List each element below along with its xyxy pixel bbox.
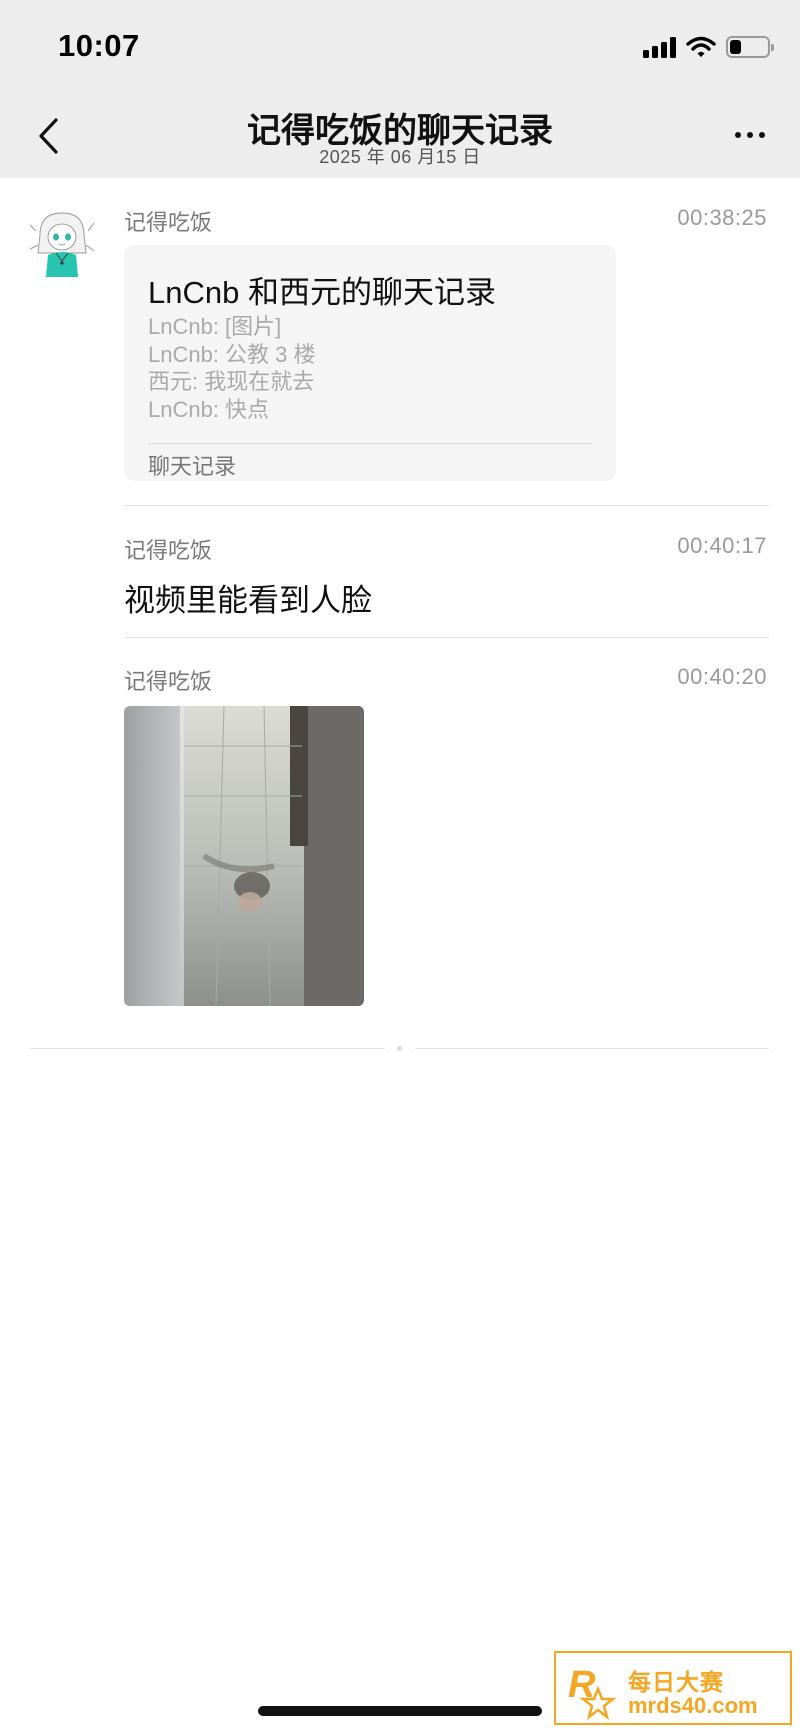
more-dot [747, 132, 753, 138]
chat-record-line: LnCnb: 快点 [148, 396, 270, 422]
message-divider [124, 637, 769, 638]
watermark-title: 每日大赛 [628, 1669, 724, 1695]
page-subtitle: 2025 年 06 月15 日 [319, 147, 481, 167]
sender-name: 记得吃饭 [124, 210, 213, 235]
message-item: 记得吃饭 00:40:17 视频里能看到人脸 [124, 533, 769, 618]
sender-name: 记得吃饭 [124, 538, 213, 563]
image-message[interactable] [124, 706, 364, 1006]
sender-name: 记得吃饭 [124, 669, 213, 694]
message-text[interactable]: 视频里能看到人脸 [124, 575, 372, 620]
more-dots-icon [735, 132, 741, 138]
chat-record-line: LnCnb: 公教 3 楼 [148, 341, 316, 367]
message-divider [124, 505, 769, 506]
end-divider-dot [397, 1046, 402, 1051]
photo-content [124, 706, 364, 1006]
end-divider-right [415, 1048, 769, 1049]
message-header: 记得吃饭 00:40:17 [124, 533, 769, 563]
message-time: 00:38:25 [677, 205, 767, 230]
avatar[interactable] [26, 205, 98, 277]
wifi-icon [686, 36, 716, 57]
message-header: 记得吃饭 00:40:20 [124, 664, 769, 694]
message-time: 00:40:17 [677, 533, 767, 558]
more-button[interactable] [728, 118, 772, 152]
watermark: R 每日大赛 mrds40.com [554, 1651, 792, 1725]
chat-record-card[interactable]: LnCnb 和西元的聊天记录 LnCnb: [图片] LnCnb: 公教 3 楼… [124, 245, 616, 481]
end-divider-left [30, 1048, 385, 1049]
message-item: 记得吃饭 00:38:25 LnCnb 和西元的聊天记录 LnCnb: [图片]… [124, 205, 769, 481]
chat-record-title: LnCnb 和西元的聊天记录 [148, 275, 496, 310]
message-header: 记得吃饭 00:38:25 [124, 205, 769, 235]
chat-record-preview: LnCnb: [图片] LnCnb: 公教 3 楼 西元: 我现在就去 LnCn… [148, 313, 316, 423]
status-icons [643, 30, 774, 64]
watermark-url: mrds40.com [628, 1693, 758, 1718]
top-bar: 10:07 记得吃饭的聊天记录 2025 年 06 月15 日 [0, 0, 800, 178]
avatar-illustration [26, 205, 98, 277]
message-time: 00:40:20 [677, 664, 767, 689]
signal-icon [643, 36, 676, 58]
card-divider [148, 443, 592, 444]
watermark-logo: R [568, 1664, 617, 1721]
status-time: 10:07 [58, 28, 140, 63]
battery-level [730, 40, 741, 54]
battery-icon [726, 36, 774, 58]
chat-record-footer: 聊天记录 [148, 454, 237, 479]
home-indicator[interactable] [258, 1706, 542, 1716]
chat-record-line: LnCnb: [图片] [148, 314, 282, 339]
watermark-logo-text: R [568, 1664, 596, 1706]
message-item: 记得吃饭 00:40:20 [124, 664, 769, 1006]
more-dot [759, 132, 765, 138]
chat-record-line: 西元: 我现在就去 [148, 369, 315, 394]
